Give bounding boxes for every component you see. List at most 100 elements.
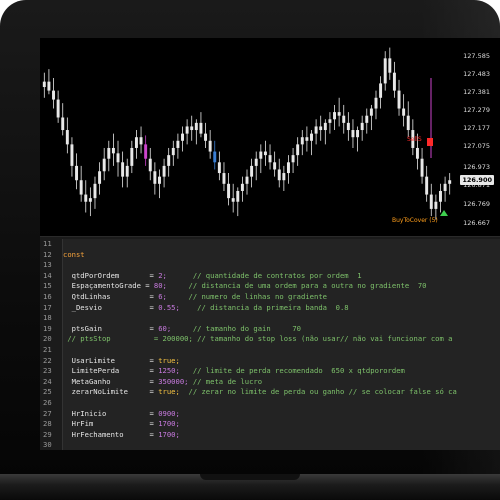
candle-body [227,183,231,199]
code-line[interactable]: EspaçamentoGrade = 80; // distancia de u… [63,281,500,292]
code-line[interactable]: HrFim = 1700; [63,419,500,430]
price-axis-label: 126.769 [463,200,490,208]
candle-body [448,180,452,184]
code-line[interactable]: HrInicio = 0900; [63,409,500,420]
code-line[interactable] [63,239,500,250]
candlestick-chart[interactable] [40,38,500,236]
line-number-gutter: 11 12 13 14 15 16 17 18 19 20 21 22 23 24 25 26 27 28 29 30… [40,239,63,450]
candle-body [153,171,157,184]
code-token: 1250; [158,366,180,376]
candle-body [121,162,125,177]
code-token: 1700; [158,419,180,429]
candle-body [337,112,341,116]
candle-body [282,173,286,181]
candle-body [213,151,217,163]
code-line[interactable] [63,440,500,450]
sell-marker [427,138,433,146]
code-line[interactable]: ptsGain = 60; // tamanho do gain 70 [63,324,500,335]
code-line[interactable] [63,260,500,271]
candle-body [75,165,79,181]
line-number: 12 [43,249,52,259]
candle-body [434,201,438,209]
price-axis-label: 127.177 [463,124,490,132]
candle-body [208,140,212,152]
line-number: 14 [43,270,52,280]
candle-body [277,169,281,181]
candle-body [397,90,401,109]
code-line[interactable]: LimitePerda = 1250; // limite de perda r… [63,366,500,377]
code-token: // meta de lucro [188,376,263,386]
candle-body [300,137,304,145]
candle-body [250,165,254,177]
code-line[interactable]: // ptsStop = 200000; // tamanho do stop … [63,334,500,345]
line-number: 30 [43,440,52,450]
candle-body [342,115,346,123]
candle-body [88,198,92,202]
candle-body [273,162,277,170]
candle-body [134,137,138,148]
code-line[interactable]: qtdPorOrdem = 2; // quantidade de contra… [63,271,500,282]
code-token: // zerar no limite de perda ou ganho // … [179,387,457,397]
code-line[interactable] [63,398,500,409]
code-token: 60; [158,323,172,333]
candle-body [240,183,244,191]
candle-body [125,165,129,177]
code-token: const [63,249,85,259]
line-number: 13 [43,260,52,270]
line-number: 27 [43,408,52,418]
candle-body [415,147,419,159]
current-price-label: 126.900 [460,175,494,185]
candle-body [425,176,429,195]
code-token: HrInicio = [63,408,159,418]
code-token: HrFim = [63,419,159,429]
candle-body [61,117,65,131]
code-line[interactable]: _Desvio = 0.55; // distancia da primeira… [63,303,500,314]
candle-body [93,183,97,199]
code-line[interactable]: const [63,250,500,261]
code-token: MetaGanho = [63,376,159,386]
code-line[interactable]: HrFechamento = 1700; [63,430,500,441]
candle-body [42,81,46,88]
code-line[interactable]: QtdLinhas = 6; // numero de linhas no gr… [63,292,500,303]
candle-body [305,137,309,141]
candle-body [70,144,74,166]
candle-body [323,122,327,131]
candle-body [429,194,433,209]
code-line[interactable]: zerarNoLimite = true; // zerar no limite… [63,387,500,398]
candle-body [236,190,240,202]
price-axis-label: 126.973 [463,163,490,171]
candle-body [333,112,337,120]
candle-body [319,126,323,131]
price-axis-label: 126.667 [463,219,490,227]
laptop-notch [200,474,300,480]
price-axis-label: 127.279 [463,106,490,114]
candle-body [47,81,51,91]
candle-body [365,115,369,123]
code-token: ptsGain = [63,323,159,333]
price-axis-label: 127.075 [463,142,490,150]
candle-body [199,122,203,134]
candle-body [144,144,148,159]
code-line[interactable] [63,313,500,324]
candle-body [185,126,189,134]
candle-body [254,158,258,166]
candle-body [222,173,226,184]
candle-body [176,140,180,148]
code-line[interactable]: MetaGanho = 350000; // meta de lucro [63,377,500,388]
candle-body [328,119,332,123]
candle-body [443,183,447,191]
candle-body [194,122,198,131]
price-chart[interactable]: 127.585 127.483 127.381 127.279 127.177 127.0… [40,38,500,236]
candle-body [388,58,392,73]
candle-body [268,155,272,163]
code-token: UsarLimite = [63,355,159,365]
code-area[interactable]: const qtdPorOrdem = 2; // quantidade de … [62,239,500,450]
line-number: 15 [43,281,52,291]
code-token: 0900; [158,408,180,418]
candle-body [231,198,235,202]
code-token: 80; [153,281,167,291]
code-line[interactable] [63,345,500,356]
code-editor[interactable]: 11 12 13 14 15 16 17 18 19 20 21 22 23 24 25 26 27 28 29 30… [40,236,500,450]
code-line[interactable]: UsarLimite = true; [63,356,500,367]
candle-body [116,153,120,163]
